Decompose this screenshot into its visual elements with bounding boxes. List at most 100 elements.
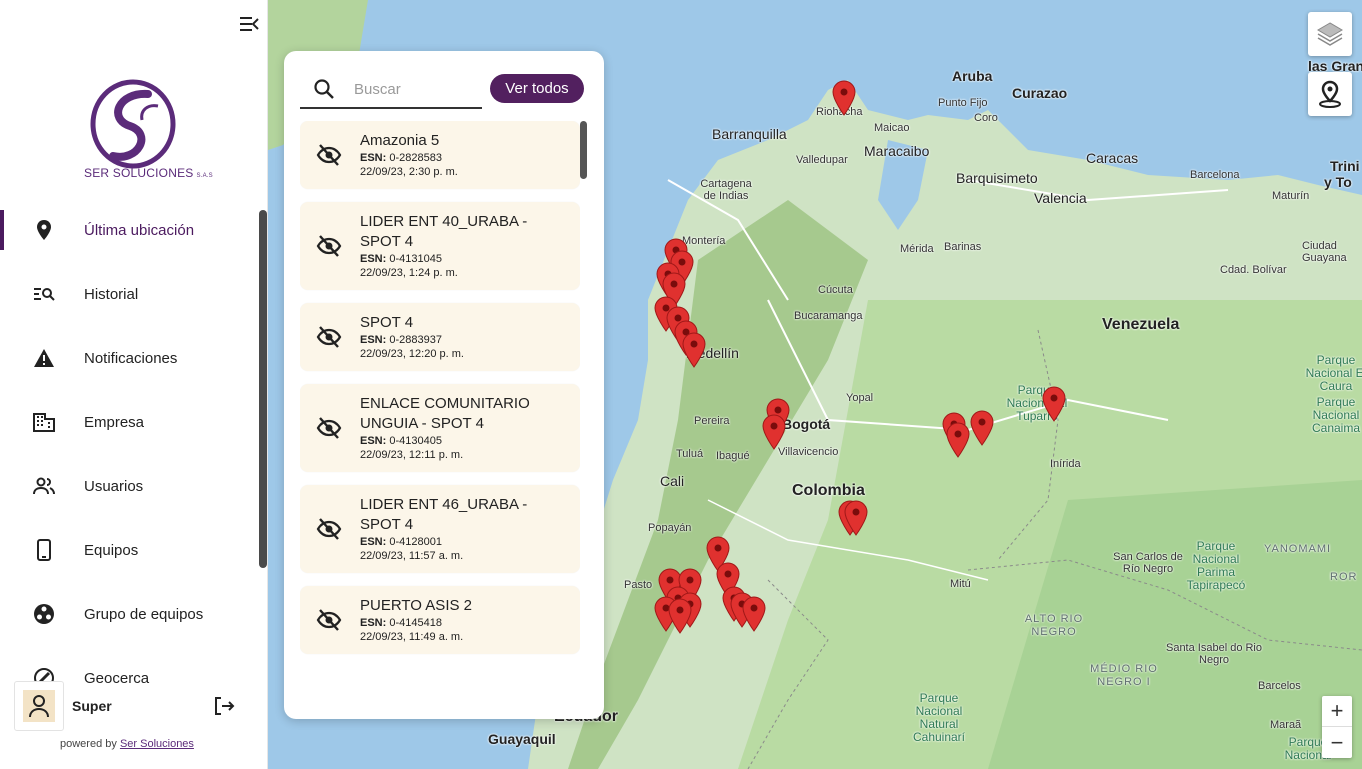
- search-input[interactable]: [354, 80, 474, 98]
- map-label: Venezuela: [1102, 316, 1180, 333]
- esn-value: 0-4130405: [389, 435, 442, 447]
- map-label: Inírida: [1050, 458, 1081, 470]
- user-icon: [23, 690, 55, 722]
- map-label: Curazao: [1012, 85, 1068, 101]
- map-label: Barinas: [944, 241, 982, 253]
- map-pin-icon[interactable]: [946, 422, 970, 458]
- sidebar-item-empresa[interactable]: Empresa: [0, 390, 256, 454]
- powered-by-link[interactable]: Ser Soluciones: [120, 738, 194, 750]
- map-label: Pasto: [624, 579, 653, 591]
- location-button[interactable]: [1308, 72, 1352, 116]
- map-label: Cdad. Bolívar: [1220, 264, 1287, 276]
- zoom-in-button[interactable]: +: [1322, 696, 1352, 727]
- user-bar: Super: [14, 680, 254, 732]
- map-label: Valencia: [1034, 190, 1087, 206]
- layers-button[interactable]: [1308, 12, 1352, 56]
- zoom-control: + −: [1322, 696, 1352, 758]
- device-info: SPOT 4 ESN: 0-2883937 22/09/23, 12:20 p.…: [360, 313, 464, 361]
- device-panel: Ver todos Amazonia 5 ESN: 0-2828583 22/0…: [284, 51, 604, 719]
- group-icon: [32, 602, 56, 626]
- device-list-scrollbar[interactable]: [580, 121, 587, 179]
- map-label: Colombia: [792, 482, 865, 499]
- device-card[interactable]: Amazonia 5 ESN: 0-2828583 22/09/23, 2:30…: [300, 121, 580, 189]
- device-card[interactable]: PUERTO ASIS 2 ESN: 0-4145418 22/09/23, 1…: [300, 586, 580, 654]
- sidebar-item-grupo-equipos[interactable]: Grupo de equipos: [0, 582, 256, 646]
- sidebar: SER SOLUCIONES S.A.S Última ubicación His…: [0, 0, 268, 769]
- map-label: Maturín: [1272, 190, 1310, 202]
- user-name: Super: [72, 698, 112, 714]
- map-label: Parque Nacional Canaima: [1311, 395, 1361, 435]
- device-info: ENLACE COMUNITARIO UNGUIA - SPOT 4 ESN: …: [360, 394, 568, 462]
- map-label: YANOMAMI: [1264, 543, 1332, 555]
- device-info: LIDER ENT 40_URABA - SPOT 4 ESN: 0-41310…: [360, 212, 568, 280]
- device-info: Amazonia 5 ESN: 0-2828583 22/09/23, 2:30…: [360, 131, 458, 179]
- eye-off-icon[interactable]: [316, 607, 342, 633]
- device-esn: ESN: 0-4130405: [360, 434, 568, 448]
- esn-label: ESN:: [360, 536, 387, 548]
- device-card[interactable]: SPOT 4 ESN: 0-2883937 22/09/23, 12:20 p.…: [300, 303, 580, 371]
- layers-icon: [1317, 22, 1343, 46]
- eye-off-icon[interactable]: [316, 415, 342, 441]
- device-name: LIDER ENT 40_URABA - SPOT 4: [360, 213, 528, 250]
- device-name: LIDER ENT 46_URABA - SPOT 4: [360, 496, 528, 533]
- device-name: PUERTO ASIS 2: [360, 597, 472, 614]
- sidebar-item-equipos[interactable]: Equipos: [0, 518, 256, 582]
- logout-icon[interactable]: [212, 694, 236, 718]
- sidebar-item-label: Usuarios: [84, 477, 144, 495]
- users-icon: [32, 474, 56, 498]
- device-esn: ESN: 0-2883937: [360, 333, 464, 347]
- map-pin-icon[interactable]: [762, 414, 786, 450]
- map-pin-icon[interactable]: [682, 332, 706, 368]
- eye-off-icon[interactable]: [316, 142, 342, 168]
- sidebar-item-usuarios[interactable]: Usuarios: [0, 454, 256, 518]
- map-label: Mérida: [900, 243, 934, 255]
- map-label: ROR: [1330, 571, 1358, 583]
- esn-value: 0-2883937: [389, 334, 442, 346]
- device-name: Amazonia 5: [360, 132, 440, 149]
- device-time: 22/09/23, 12:11 p. m.: [360, 449, 464, 461]
- ver-todos-button[interactable]: Ver todos: [490, 74, 584, 103]
- map-pin-icon[interactable]: [832, 80, 856, 116]
- device-list: Amazonia 5 ESN: 0-2828583 22/09/23, 2:30…: [300, 121, 580, 711]
- device-time: 22/09/23, 2:30 p. m.: [360, 166, 458, 178]
- history-search-icon: [32, 282, 56, 306]
- map-label: Popayán: [648, 522, 692, 534]
- map-label: Aruba: [952, 68, 993, 84]
- eye-off-icon[interactable]: [316, 233, 342, 259]
- zoom-out-button[interactable]: −: [1322, 727, 1352, 758]
- map-label: Yopal: [846, 392, 874, 404]
- sidebar-item-notificaciones[interactable]: Notificaciones: [0, 326, 256, 390]
- device-name: ENLACE COMUNITARIO UNGUIA - SPOT 4: [360, 395, 530, 432]
- map-pin-icon[interactable]: [970, 410, 994, 446]
- map-label: Maracaibo: [864, 143, 930, 159]
- map-label: Ciudad Guayana: [1302, 240, 1347, 264]
- esn-label: ESN:: [360, 253, 387, 265]
- device-card[interactable]: ENLACE COMUNITARIO UNGUIA - SPOT 4 ESN: …: [300, 384, 580, 472]
- sidebar-scrollbar[interactable]: [259, 210, 267, 568]
- sidebar-item-ultima-ubicacion[interactable]: Última ubicación: [0, 198, 256, 262]
- eye-off-icon[interactable]: [316, 324, 342, 350]
- sidebar-item-historial[interactable]: Historial: [0, 262, 256, 326]
- map-label: Guayaquil: [488, 731, 556, 747]
- map-label: Pereira: [694, 415, 730, 427]
- sidebar-item-label: Grupo de equipos: [84, 605, 204, 623]
- powered-by: powered by Ser Soluciones: [60, 738, 194, 750]
- map-pin-icon[interactable]: [742, 596, 766, 632]
- esn-label: ESN:: [360, 435, 387, 447]
- collapse-menu-icon[interactable]: [238, 14, 260, 34]
- map-pin-icon[interactable]: [844, 500, 868, 536]
- map-label: Montería: [682, 235, 726, 247]
- eye-off-icon[interactable]: [316, 516, 342, 542]
- device-card[interactable]: LIDER ENT 40_URABA - SPOT 4 ESN: 0-41310…: [300, 202, 580, 290]
- device-time: 22/09/23, 11:57 a. m.: [360, 550, 464, 562]
- device-time: 22/09/23, 1:24 p. m.: [360, 267, 458, 279]
- map-label: Parque Nacional Natural Cahuinarí: [912, 691, 966, 744]
- avatar[interactable]: [14, 681, 64, 731]
- map-pin-icon[interactable]: [1042, 386, 1066, 422]
- device-card[interactable]: LIDER ENT 46_URABA - SPOT 4 ESN: 0-41280…: [300, 485, 580, 573]
- search-box: [300, 71, 482, 109]
- map-pin-icon[interactable]: [668, 598, 692, 634]
- device-esn: ESN: 0-2828583: [360, 151, 458, 165]
- sidebar-item-label: Notificaciones: [84, 349, 178, 367]
- map-label: Cúcuta: [818, 284, 853, 296]
